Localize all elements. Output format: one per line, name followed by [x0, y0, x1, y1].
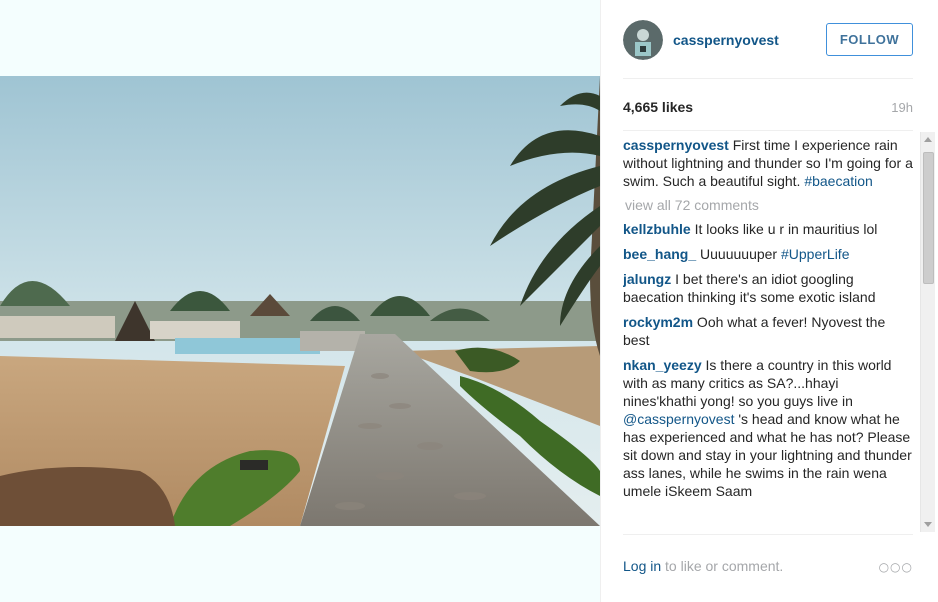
divider — [623, 130, 913, 131]
post-footer: Log in to like or comment. ○○○ — [623, 558, 913, 578]
comment-username[interactable]: jalungz — [623, 271, 671, 287]
scrollbar-thumb[interactable] — [923, 152, 934, 284]
post-sidebar: casspernyovest FOLLOW 4,665 likes 19h ca… — [600, 0, 938, 602]
post-header: casspernyovest FOLLOW — [623, 18, 913, 62]
comments-list[interactable]: casspernyovest First time I experience r… — [623, 136, 915, 524]
caption-username[interactable]: casspernyovest — [623, 137, 729, 153]
comment-item: rockym2m Ooh what a fever! Nyovest the b… — [623, 313, 915, 349]
comment-username[interactable]: nkan_yeezy — [623, 357, 702, 373]
post-photo[interactable] — [0, 76, 600, 526]
comment-mention[interactable]: @casspernyovest — [623, 411, 734, 427]
scroll-up-icon[interactable] — [924, 137, 932, 142]
scroll-down-icon[interactable] — [924, 522, 932, 527]
post-timestamp[interactable]: 19h — [891, 100, 913, 115]
comment-item: bee_hang_ Uuuuuuuper #UpperLife — [623, 245, 915, 263]
comment-text: Uuuuuuuper — [696, 246, 781, 262]
login-prompt-text: to like or comment. — [661, 558, 784, 574]
divider — [623, 78, 913, 79]
profile-avatar-icon[interactable] — [623, 20, 663, 60]
divider — [623, 534, 913, 535]
likes-count[interactable]: 4,665 likes — [623, 99, 693, 115]
follow-button[interactable]: FOLLOW — [826, 23, 913, 56]
comment-username[interactable]: rockym2m — [623, 314, 693, 330]
comment-username[interactable]: bee_hang_ — [623, 246, 696, 262]
caption-hashtag[interactable]: #baecation — [804, 173, 873, 189]
caption: casspernyovest First time I experience r… — [623, 136, 915, 190]
post-stats: 4,665 likes 19h — [623, 99, 913, 117]
comment-item: kellzbuhle It looks like u r in mauritiu… — [623, 220, 915, 238]
comment-hashtag[interactable]: #UpperLife — [781, 246, 850, 262]
view-all-comments-link[interactable]: view all 72 comments — [625, 197, 915, 213]
media-pane — [0, 0, 600, 602]
more-options-icon[interactable]: ○○○ — [879, 560, 913, 574]
comment-text: It looks like u r in mauritius lol — [690, 221, 878, 237]
comments-scrollbar[interactable] — [920, 132, 935, 532]
author-username[interactable]: casspernyovest — [673, 32, 779, 48]
comment-username[interactable]: kellzbuhle — [623, 221, 691, 237]
comment-item: jalungz I bet there's an idiot googling … — [623, 270, 915, 306]
comment-item: nkan_yeezy Is there a country in this wo… — [623, 356, 915, 500]
login-link[interactable]: Log in — [623, 558, 661, 574]
